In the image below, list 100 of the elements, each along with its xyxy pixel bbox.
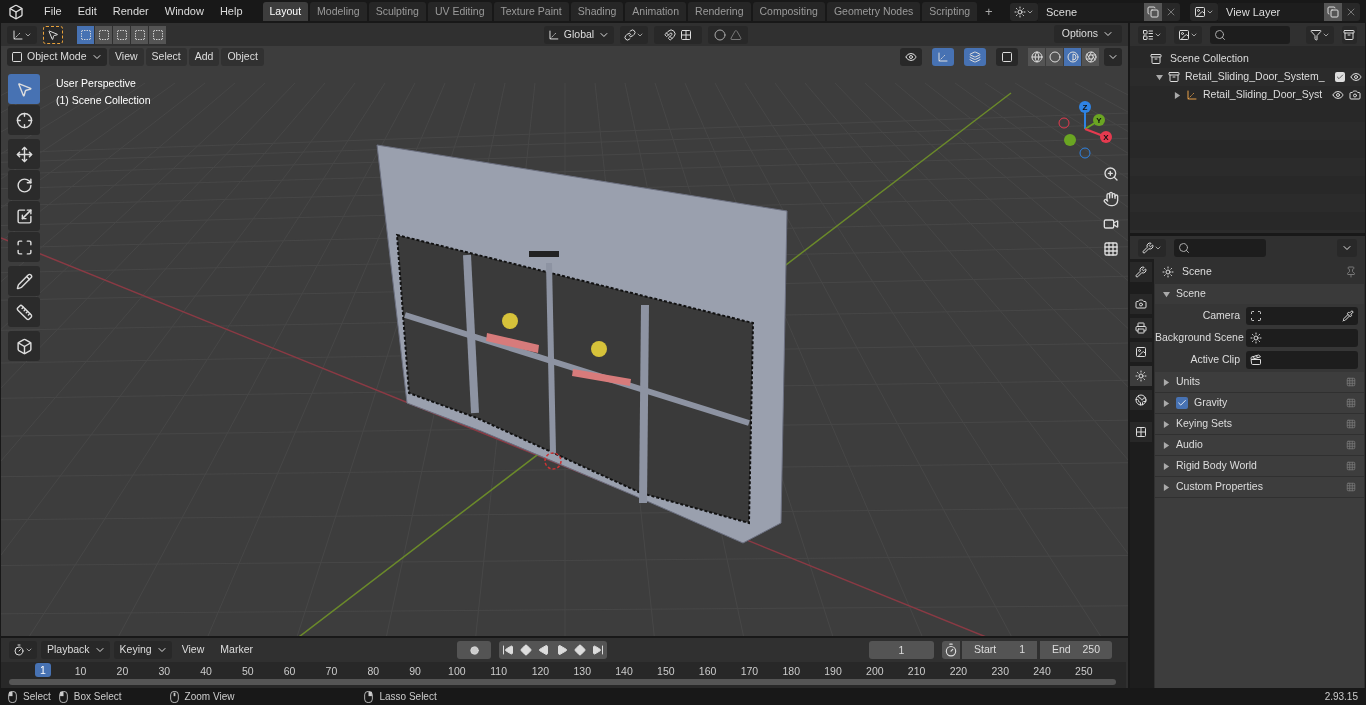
add-tool[interactable] (8, 331, 40, 361)
eye-icon[interactable] (1332, 89, 1345, 101)
workspace-tab[interactable]: UV Editing (427, 2, 492, 21)
selection-mode-button[interactable] (131, 25, 148, 44)
editor-type-dropdown[interactable] (9, 641, 37, 659)
eye-icon[interactable] (1349, 71, 1362, 83)
menu-item[interactable]: Render (104, 3, 157, 20)
gizmo-toggle[interactable] (932, 48, 954, 66)
new-collection-button[interactable] (1341, 25, 1357, 44)
expand-toggle[interactable] (1163, 290, 1170, 298)
workspace-tab[interactable]: Animation (625, 2, 687, 21)
viewport-menu[interactable]: View (109, 48, 144, 66)
copy-icon[interactable] (1144, 2, 1162, 21)
tool-properties-tab[interactable] (1130, 262, 1152, 282)
viewport-menu[interactable]: Add (188, 48, 220, 66)
drag-handle-icon[interactable] (1346, 398, 1356, 408)
object-field[interactable] (1246, 307, 1358, 325)
scene-properties-tab[interactable] (1130, 366, 1152, 386)
timeline-scrollbar[interactable] (9, 679, 1116, 685)
view-layer-field[interactable]: View Layer (1218, 2, 1324, 21)
checkbox[interactable] (1176, 397, 1188, 409)
eyedropper-icon[interactable] (1342, 310, 1354, 322)
camera-icon[interactable] (1349, 89, 1362, 101)
properties-search-field[interactable] (1174, 238, 1266, 257)
render-properties-tab[interactable] (1130, 294, 1152, 314)
tweak-tool-button[interactable] (43, 25, 63, 44)
filter-view-dropdown[interactable] (1174, 25, 1202, 44)
select-tool[interactable] (8, 74, 40, 104)
drag-handle-icon[interactable] (1346, 482, 1356, 492)
next-keyframe-icon[interactable] (571, 641, 589, 659)
workspace-tab[interactable]: Compositing (752, 2, 825, 21)
workspace-tab[interactable]: Shading (570, 2, 624, 21)
material-shading-button[interactable] (1064, 48, 1081, 66)
workspace-tab[interactable]: Rendering (688, 2, 751, 21)
solid-shading-button[interactable] (1046, 48, 1063, 66)
output-properties-tab[interactable] (1130, 318, 1152, 338)
start-frame-field[interactable]: Start 1 (962, 641, 1037, 659)
measure-tool[interactable] (8, 297, 40, 327)
drag-handle-icon[interactable] (1346, 461, 1356, 471)
expand-toggle[interactable] (1163, 462, 1170, 470)
previous-keyframe-icon[interactable] (517, 641, 535, 659)
add-workspace-button[interactable]: + (979, 1, 999, 22)
scene-field[interactable]: Scene (1038, 2, 1144, 21)
end-frame-field[interactable]: End 250 (1040, 641, 1112, 659)
proportional-edit-toggle[interactable] (708, 25, 748, 44)
stopwatch-icon[interactable] (942, 641, 960, 659)
viewport-menu[interactable]: Object (221, 48, 264, 66)
workspace-tab[interactable]: Texture Paint (493, 2, 569, 21)
expand-toggle[interactable] (1174, 91, 1181, 99)
panel-header[interactable]: Units (1176, 374, 1200, 390)
pin-icon[interactable] (1345, 265, 1357, 278)
selection-mode-button[interactable] (77, 25, 94, 44)
menu-item[interactable]: Help (211, 3, 251, 20)
menu-item[interactable]: Edit (69, 3, 105, 20)
wireframe-shading-button[interactable] (1028, 48, 1045, 66)
expand-toggle[interactable] (1163, 441, 1170, 449)
workspace-tab[interactable]: Modeling (310, 2, 367, 21)
timeline-menu[interactable]: View (175, 641, 211, 659)
outliner-item[interactable]: Retail_Sliding_Door_System_ (1185, 69, 1325, 85)
workspace-tab[interactable]: Geometry Nodes (826, 2, 921, 21)
object-field[interactable] (1246, 329, 1358, 347)
workspace-tab[interactable]: Sculpting (368, 2, 426, 21)
expand-toggle[interactable] (1156, 73, 1163, 81)
panel-header[interactable]: Gravity (1194, 395, 1228, 411)
outliner-search-field[interactable] (1210, 25, 1290, 44)
3d-viewport[interactable]: Global Object Mode View Select Add Object Options User Perspective (1) Scene Collection X Y Z (1, 23, 1128, 636)
editor-type-dropdown[interactable] (7, 25, 37, 44)
shading-options-button[interactable] (1104, 48, 1122, 66)
annotate-tool[interactable] (8, 266, 40, 296)
expand-toggle[interactable] (1163, 483, 1170, 491)
texture-properties-tab[interactable] (1130, 422, 1152, 442)
expand-toggle[interactable] (1163, 378, 1170, 386)
close-icon[interactable] (1162, 2, 1180, 21)
cursor-tool[interactable] (8, 105, 40, 135)
rotate-tool[interactable] (8, 170, 40, 200)
outliner-item[interactable]: Scene Collection (1170, 51, 1249, 67)
move-tool[interactable] (8, 139, 40, 169)
display-mode-dropdown[interactable] (1138, 25, 1166, 44)
options-dropdown[interactable]: Options (1053, 25, 1122, 43)
timeline-menu[interactable]: Keying (113, 641, 172, 659)
auto-keying-toggle[interactable] (457, 641, 491, 659)
scene-dropdown[interactable] (1010, 2, 1038, 21)
scale-tool[interactable] (8, 201, 40, 231)
editor-type-dropdown[interactable] (1138, 238, 1166, 257)
workspace-tab[interactable]: Layout (262, 2, 309, 21)
expand-toggle[interactable] (1163, 399, 1170, 407)
transform-tool[interactable] (8, 232, 40, 262)
exclude-checkbox[interactable] (1334, 72, 1345, 82)
timeline-menu[interactable]: Marker (214, 641, 259, 659)
menu-item[interactable]: Window (156, 3, 212, 20)
viewport-menu[interactable]: Select (145, 48, 187, 66)
overlay-toggle[interactable] (964, 48, 986, 66)
menu-item[interactable]: File (36, 3, 70, 20)
workspace-tab[interactable]: Scripting (922, 2, 978, 21)
filter-dropdown[interactable] (1305, 25, 1334, 44)
object-field[interactable] (1246, 351, 1358, 369)
current-frame-field[interactable]: 1 (869, 641, 934, 659)
visibility-toggle[interactable] (900, 48, 922, 66)
outliner-item[interactable]: Retail_Sliding_Door_Syst (1203, 87, 1323, 103)
snap-toggle[interactable] (654, 25, 702, 44)
